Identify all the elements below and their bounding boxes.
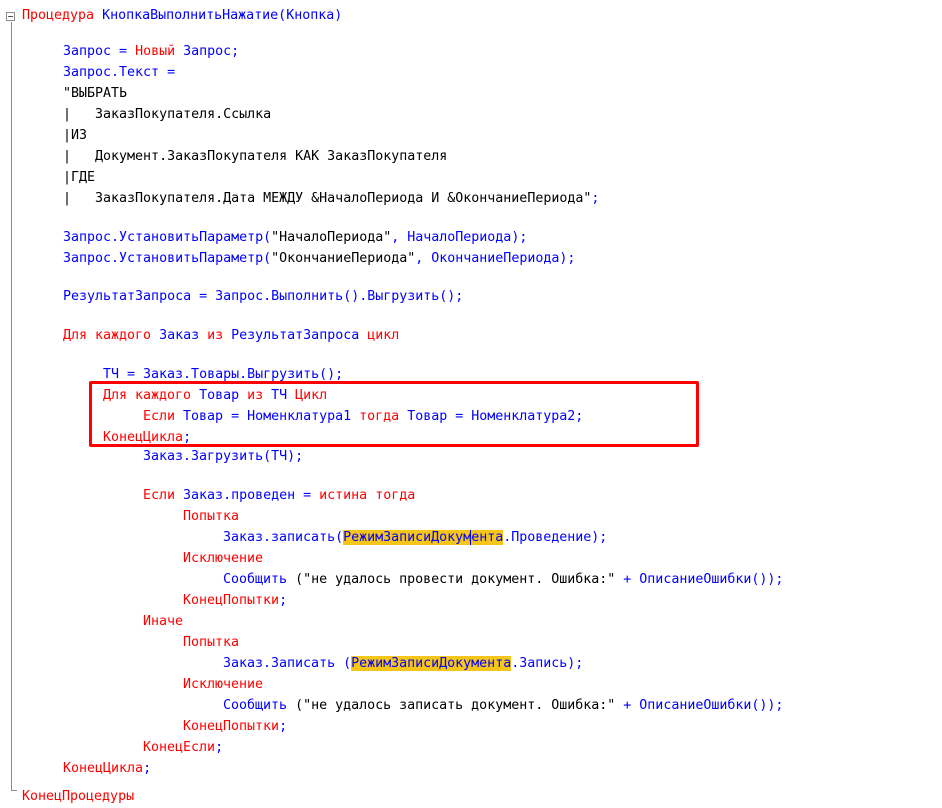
code-token: Сообщить [223,698,296,713]
code-token: |ГДЕ [63,170,96,185]
fold-guide-end [11,790,17,791]
code-token: + ОписаниеОшибки()); [615,698,784,713]
code-token: |ИЗ [63,128,88,143]
code-line[interactable]: Исключение [183,549,263,569]
code-line[interactable]: Для каждого Заказ из РезультатЗапроса ци… [63,326,399,346]
code-line[interactable]: РезультатЗапроса = Запрос.Выполнить().Вы… [63,287,463,307]
code-token: Запрос [183,44,232,59]
code-token: Запрос [63,44,112,59]
code-line[interactable]: Запрос = Новый Запрос; [63,42,239,62]
code-token: ; [231,44,240,59]
code-line[interactable]: Попытка [183,633,239,653]
code-token: Запрос.УстановитьПараметр( [63,230,272,245]
code-token: "ВЫБРАТЬ [63,86,128,101]
code-line[interactable]: Процедура КнопкаВыполнитьНажатие(Кнопка) [22,6,342,26]
code-token: Сообщить [223,572,296,587]
code-line[interactable]: Попытка [183,507,239,527]
code-line[interactable]: Если Заказ.проведен = истина тогда [143,486,415,506]
highlighted-token: РежимЗаписиДокумента [351,656,512,671]
code-line[interactable]: Запрос.УстановитьПараметр("НачалоПериода… [63,228,527,248]
code-line[interactable]: |ГДЕ [63,168,95,188]
annotation-highlight-box [89,381,699,447]
code-line[interactable]: "ВЫБРАТЬ [63,84,127,104]
code-token: , ОкончаниеПериода); [415,251,576,266]
code-line[interactable]: | ЗаказПокупателя.Дата МЕЖДУ &НачалоПери… [63,189,599,209]
code-line[interactable]: КонецПроцедуры [22,787,134,807]
code-token: Исключение [183,677,264,692]
code-token: из [207,328,224,343]
code-token: ТЧ = Заказ.Товары.Выгрузить(); [103,367,344,382]
code-token: Попытка [183,509,240,524]
code-token: ; [591,191,600,206]
code-line[interactable]: Запрос.Текст = [63,63,175,83]
code-line[interactable]: КонецПопытки; [183,591,287,611]
code-token: тогда [375,488,416,503]
code-token: цикл [367,328,400,343]
code-line[interactable]: КонецЕсли; [143,738,223,758]
code-token: КнопкаВыполнитьНажатие(Кнопка) [94,8,343,23]
code-line[interactable]: Сообщить ("не удалось записать документ.… [223,696,783,716]
code-token: ("не удалось записать документ. Ошибка:" [295,698,616,713]
code-token: Иначе [143,614,184,629]
code-token: КонецПопытки [183,593,280,608]
code-token: Если [143,488,176,503]
code-token: = [111,44,136,59]
code-token: .Запись); [511,656,584,671]
code-token: КонецПроцедуры [22,789,135,804]
code-token: | ЗаказПокупателя.Ссылка [63,107,272,122]
fold-guide-line [11,22,12,790]
code-line[interactable]: Запрос.УстановитьПараметр("ОкончаниеПери… [63,249,575,269]
code-token: .Проведение); [503,530,608,545]
code-line[interactable]: | ЗаказПокупателя.Ссылка [63,105,271,125]
code-token: ; [143,761,152,776]
code-token: КонецЦикла [63,761,144,776]
code-line[interactable]: Иначе [143,612,183,632]
code-token: "НачалоПериода" [271,230,392,245]
code-token: | ЗаказПокупателя.Дата МЕЖДУ &НачалоПери… [63,191,592,206]
code-token: Для каждого [63,328,152,343]
code-token: Заказ [151,328,208,343]
code-line[interactable]: Сообщить ("не удалось провести документ.… [223,570,783,590]
code-editor[interactable]: Процедура КнопкаВыполнитьНажатие(Кнопка)… [0,0,942,808]
code-token: Заказ.Загрузить(ТЧ); [143,449,304,464]
code-token: РезультатЗапроса = Запрос.Выполнить().Вы… [63,289,464,304]
code-line[interactable]: Заказ.записать(РежимЗаписиДокумента.Пров… [223,528,607,548]
code-line[interactable]: Исключение [183,675,263,695]
code-token: КонецПопытки [183,719,280,734]
code-line[interactable]: Заказ.Загрузить(ТЧ); [143,447,303,467]
code-token: , НачалоПериода); [391,230,528,245]
code-token: ; [215,740,224,755]
collapse-icon[interactable] [6,12,15,21]
code-token: Исключение [183,551,264,566]
code-token: Процедура [22,8,95,23]
code-token: Заказ.записать( [223,530,344,545]
code-token: истина [319,488,368,503]
code-token: КонецЕсли [143,740,216,755]
code-token: | Документ.ЗаказПокупателя КАК ЗаказПоку… [63,149,448,164]
code-token: Заказ.проведен = [175,488,320,503]
code-line[interactable]: КонецЦикла; [63,759,151,779]
code-token: ; [279,593,288,608]
code-token: ; [279,719,288,734]
code-token: Попытка [183,635,240,650]
code-token: "ОкончаниеПериода" [271,251,416,266]
code-line[interactable]: |ИЗ [63,126,87,146]
highlighted-token: РежимЗаписиДокум [343,530,472,545]
code-token: ("не удалось провести документ. Ошибка:" [295,572,616,587]
code-token: Запрос.Текст = [63,65,176,80]
code-line[interactable]: | Документ.ЗаказПокупателя КАК ЗаказПоку… [63,147,447,167]
highlighted-token: ента [471,530,504,545]
code-line[interactable]: КонецПопытки; [183,717,287,737]
code-token: + ОписаниеОшибки()); [615,572,784,587]
code-token: Запрос.УстановитьПараметр( [63,251,272,266]
code-token: РезультатЗапроса [223,328,368,343]
code-line[interactable]: Заказ.Записать (РежимЗаписиДокумента.Зап… [223,654,583,674]
code-token: Заказ.Записать ( [223,656,352,671]
code-token: Новый [135,44,176,59]
